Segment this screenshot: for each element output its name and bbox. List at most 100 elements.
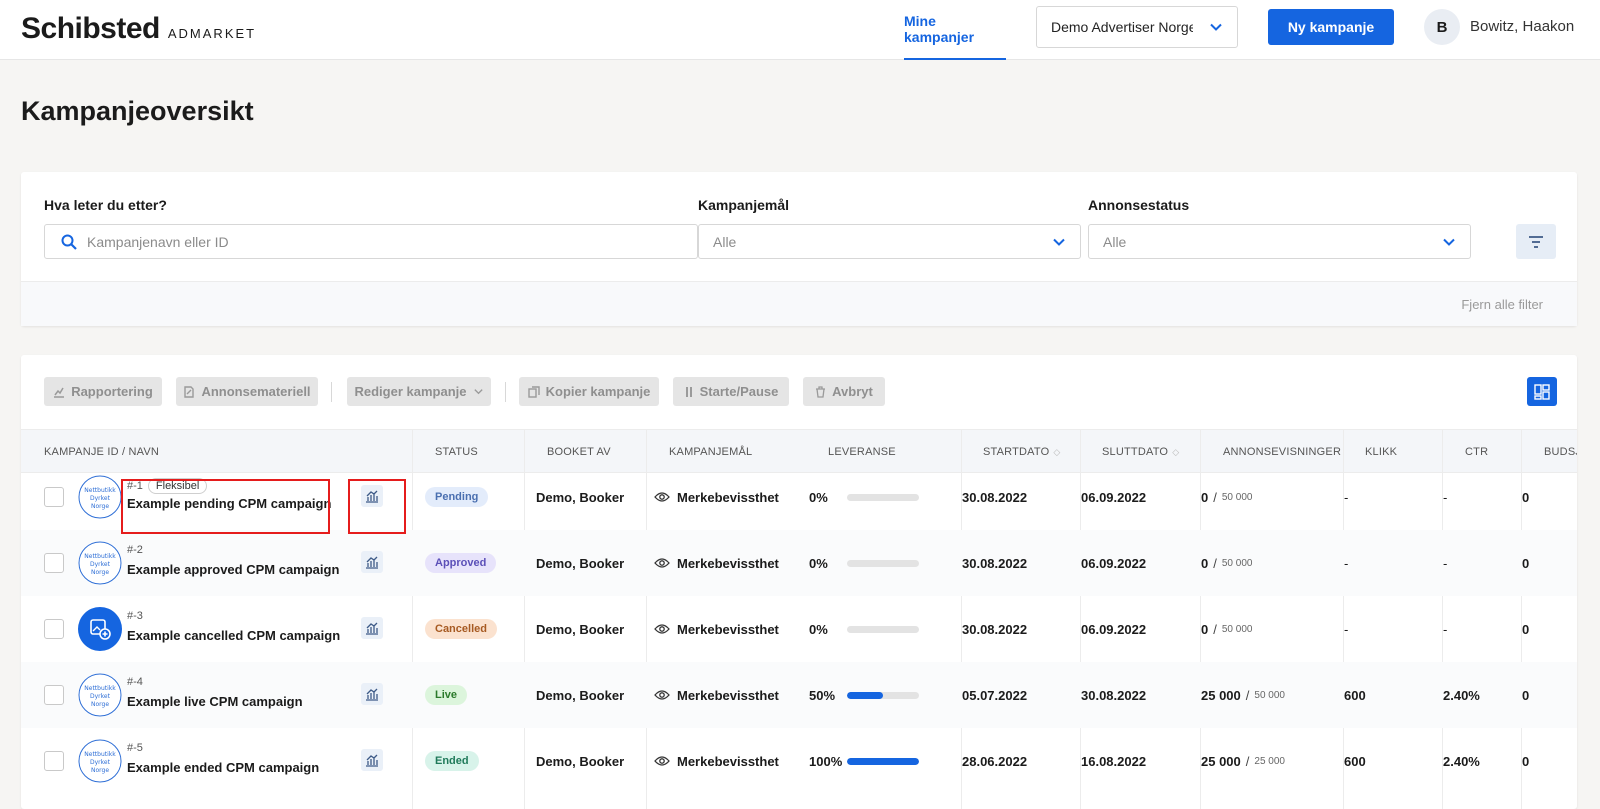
svg-text:Dyrket: Dyrket xyxy=(90,693,111,700)
goal-cell: Merkebevissthet xyxy=(654,596,779,662)
search-label: Hva leter du etter? xyxy=(44,197,167,213)
row-checkbox[interactable] xyxy=(44,487,64,507)
svg-text:Dyrket: Dyrket xyxy=(90,561,111,568)
report-icon[interactable] xyxy=(361,617,383,639)
table-row[interactable]: Nettbutikk Dyrket Norge #-1 Fleksibel Examp… xyxy=(21,464,1577,530)
booked-by-cell: Demo, Booker xyxy=(536,753,625,769)
campaign-id-text: #-5 xyxy=(127,742,143,754)
user-name[interactable]: Bowitz, Haakon xyxy=(1470,18,1574,35)
cancel-campaign-button[interactable]: Avbryt xyxy=(803,377,885,406)
trash-icon xyxy=(816,385,826,398)
status-cell: Pending xyxy=(425,464,489,530)
new-campaign-button[interactable]: Ny kampanje xyxy=(1268,9,1394,45)
campaign-thumbnail: Nettbutikk Dyrket Norge xyxy=(78,541,122,585)
bar-chart-icon xyxy=(366,688,378,701)
svg-text:Norge: Norge xyxy=(91,503,109,510)
edit-campaign-button[interactable]: Rediger kampanje xyxy=(347,377,491,406)
report-icon[interactable] xyxy=(361,485,383,507)
bar-chart-icon xyxy=(366,754,378,767)
status-cell: Live xyxy=(425,662,468,728)
delivery-progress-bar xyxy=(847,691,919,699)
avatar[interactable]: B xyxy=(1424,9,1460,45)
end-date-cell: 06.09.2022 xyxy=(1081,555,1147,571)
delivery-progress-bar xyxy=(847,493,919,501)
filter-panel: Hva leter du etter? Kampanjemål Alle Ann… xyxy=(21,172,1577,326)
report-icon[interactable] xyxy=(361,551,383,573)
campaign-thumbnail-image: NettbutikkDyrketNorge xyxy=(78,475,122,519)
impressions-total: 25 000 xyxy=(1254,755,1285,767)
row-checkbox[interactable] xyxy=(44,553,64,573)
campaign-id-text: #-4 xyxy=(127,676,143,688)
svg-text:Dyrket: Dyrket xyxy=(90,495,111,502)
clicks-cell: - xyxy=(1344,555,1349,571)
eye-icon xyxy=(654,492,670,502)
start-pause-label: Starte/Pause xyxy=(699,384,779,399)
campaign-id: #-4 xyxy=(127,676,143,688)
nav-my-campaigns[interactable]: Mine kampanjer xyxy=(904,0,1006,60)
clear-filters-link[interactable]: Fjern alle filter xyxy=(1461,297,1543,312)
table-row[interactable]: #-3 Example cancelled CPM campaign Cance… xyxy=(21,596,1577,662)
campaign-name-link[interactable]: Example ended CPM campaign xyxy=(127,760,319,775)
delivery-progress-bar xyxy=(847,757,919,765)
campaign-thumbnail-image: NettbutikkDyrketNorge xyxy=(78,739,122,783)
status-cell: Approved xyxy=(425,530,497,596)
copy-campaign-button[interactable]: Kopier kampanje xyxy=(519,377,659,406)
chevron-down-icon xyxy=(473,389,483,395)
campaign-name-link[interactable]: Example cancelled CPM campaign xyxy=(127,628,340,643)
goal-cell: Merkebevissthet xyxy=(654,530,779,596)
col-end-date-label: SLUTTDATO xyxy=(1102,446,1169,458)
search-input[interactable] xyxy=(87,233,667,250)
delivery-percent: 0% xyxy=(809,555,828,571)
search-field[interactable] xyxy=(44,224,698,259)
end-date-cell: 30.08.2022 xyxy=(1081,687,1147,703)
filter-toggle-button[interactable] xyxy=(1516,224,1556,259)
table-row[interactable]: Nettbutikk Dyrket Norge #-5 Example ended … xyxy=(21,728,1577,794)
grid-view-icon xyxy=(1534,383,1550,400)
row-checkbox[interactable] xyxy=(44,619,64,639)
status-select[interactable]: Alle xyxy=(1088,224,1471,259)
reporting-label: Rapportering xyxy=(71,384,153,399)
add-image-icon xyxy=(90,619,111,640)
view-toggle-button[interactable] xyxy=(1527,377,1557,406)
sort-icon: ◇ xyxy=(1053,446,1061,457)
svg-text:Norge: Norge xyxy=(91,767,109,774)
chevron-down-icon xyxy=(1443,238,1455,246)
status-cell: Cancelled xyxy=(425,596,497,662)
advertiser-select[interactable]: Demo Advertiser Norge xyxy=(1036,6,1238,48)
start-date-cell: 05.07.2022 xyxy=(962,687,1028,703)
delivery-percent: 100% xyxy=(809,753,843,769)
goal-cell: Merkebevissthet xyxy=(654,662,779,728)
toolbar-divider xyxy=(505,382,506,402)
table-row[interactable]: Nettbutikk Dyrket Norge #-4 Example live C… xyxy=(21,662,1577,728)
campaign-name-link[interactable]: Example approved CPM campaign xyxy=(127,562,339,577)
start-pause-button[interactable]: Starte/Pause xyxy=(673,377,789,406)
ad-material-button[interactable]: Annonsemateriell xyxy=(176,377,318,406)
row-checkbox[interactable] xyxy=(44,685,64,705)
status-badge: Live xyxy=(425,685,468,705)
svg-text:Nettbutikk: Nettbutikk xyxy=(84,685,116,692)
start-date-cell: 30.08.2022 xyxy=(962,555,1028,571)
bar-chart-icon xyxy=(366,622,378,635)
campaign-table-panel: Rapportering Annonsemateriell Rediger ka… xyxy=(21,355,1577,809)
table-row[interactable]: Nettbutikk Dyrket Norge #-2 Example approv… xyxy=(21,530,1577,596)
page-title: Kampanjeoversikt xyxy=(21,96,254,126)
impressions-separator: / xyxy=(1245,687,1250,703)
logo-main-text: Schibsted xyxy=(21,12,160,45)
campaign-name-link[interactable]: Example live CPM campaign xyxy=(127,694,303,709)
delivery-percent: 0% xyxy=(809,489,828,505)
reporting-button[interactable]: Rapportering xyxy=(44,377,162,406)
clicks-cell: 600 xyxy=(1344,753,1366,769)
campaign-id: #-2 xyxy=(127,544,143,556)
goal-select[interactable]: Alle xyxy=(698,224,1081,259)
delivery-cell: 0% xyxy=(809,596,919,662)
row-checkbox[interactable] xyxy=(44,751,64,771)
report-icon[interactable] xyxy=(361,749,383,771)
campaign-name-link[interactable]: Example pending CPM campaign xyxy=(127,496,331,511)
svg-text:Dyrket: Dyrket xyxy=(90,759,111,766)
campaign-id: #-3 xyxy=(127,610,143,622)
report-icon[interactable] xyxy=(361,683,383,705)
schibsted-logo[interactable]: Schibsted ADMARKET xyxy=(21,12,256,46)
chevron-down-icon xyxy=(1210,23,1222,31)
goal-text: Merkebevissthet xyxy=(677,555,779,571)
toolbar-divider xyxy=(331,382,332,402)
